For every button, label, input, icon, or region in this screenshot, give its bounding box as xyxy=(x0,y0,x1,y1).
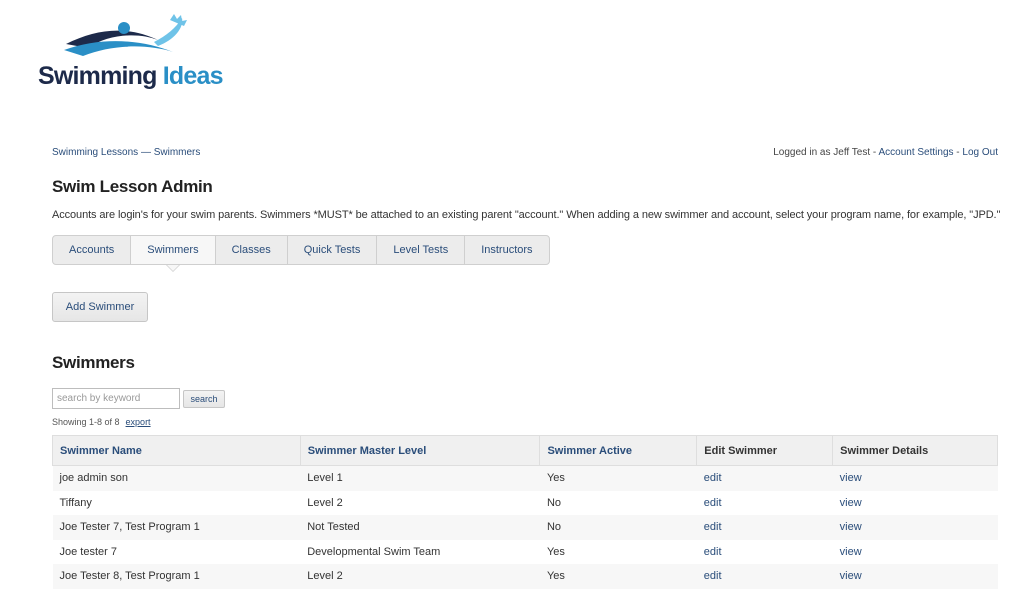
column-header-swimmer-name[interactable]: Swimmer Name xyxy=(52,435,301,466)
edit-link[interactable]: edit xyxy=(696,490,833,515)
export-link[interactable]: export xyxy=(126,417,151,427)
swimmer-name-cell: Joe tester 7 xyxy=(52,539,301,564)
master-level-cell: Not Tested xyxy=(300,515,540,540)
logo-word-swimming: Swimming xyxy=(38,62,157,90)
swimmer-name-cell: Tiffany xyxy=(52,490,301,515)
table-row: Tiffany Level 2 No edit view xyxy=(52,490,998,515)
breadcrumb: Swimming Lessons — Swimmers xyxy=(52,147,200,158)
swimming-ideas-logo[interactable]: Swimming Ideas xyxy=(36,10,224,90)
logged-in-text: Logged in as Jeff Test - xyxy=(773,147,879,158)
tab-level-tests[interactable]: Level Tests xyxy=(377,236,466,264)
table-row: Joe Tester 7, Test Program 1 Not Tested … xyxy=(52,515,998,540)
edit-link[interactable]: edit xyxy=(696,539,833,564)
table-row: Joe Tester 8, Test Program 1 Level 2 Yes… xyxy=(52,564,998,589)
user-bar: Logged in as Jeff Test - Account Setting… xyxy=(773,147,998,158)
search-button[interactable]: search xyxy=(183,390,225,408)
master-level-cell: Level 2 xyxy=(300,564,540,589)
results-count: Showing 1-8 of 8 export xyxy=(52,417,151,427)
active-cell: No xyxy=(539,515,697,540)
add-swimmer-button[interactable]: Add Swimmer xyxy=(52,292,148,322)
breadcrumb-separator: — xyxy=(140,147,151,158)
breadcrumb-swimming-lessons[interactable]: Swimming Lessons xyxy=(52,147,138,158)
view-link[interactable]: view xyxy=(832,515,998,540)
view-link[interactable]: view xyxy=(832,539,998,564)
admin-tabs: Accounts Swimmers Classes Quick Tests Le… xyxy=(52,235,550,272)
swimmer-name-cell: Joe Tester 7, Test Program 1 xyxy=(52,515,301,540)
breadcrumb-swimmers[interactable]: Swimmers xyxy=(154,147,201,158)
logo-wordmark: Swimming Ideas xyxy=(38,62,224,91)
account-settings-link[interactable]: Account Settings xyxy=(878,147,953,158)
swimmer-wave-icon xyxy=(64,14,187,56)
tab-quick-tests[interactable]: Quick Tests xyxy=(288,236,378,264)
page-title: Swim Lesson Admin xyxy=(52,177,213,196)
view-link[interactable]: view xyxy=(832,490,998,515)
logo-word-ideas: Ideas xyxy=(162,62,224,90)
active-cell: Yes xyxy=(539,564,697,589)
master-level-cell: Level 2 xyxy=(300,490,540,515)
showing-text: Showing 1-8 of 8 xyxy=(52,417,120,427)
table-row: Joe tester 7 Developmental Swim Team Yes… xyxy=(52,539,998,564)
swimmer-name-cell: joe admin son xyxy=(52,465,301,491)
active-cell: No xyxy=(539,490,697,515)
view-link[interactable]: view xyxy=(832,465,998,491)
tab-swimmers[interactable]: Swimmers xyxy=(131,236,216,272)
table-row: joe admin son Level 1 Yes edit view xyxy=(52,465,998,491)
column-header-edit: Edit Swimmer xyxy=(696,435,834,466)
swimmers-table: Swimmer Name Swimmer Master Level Swimme… xyxy=(52,435,998,589)
column-header-master-level[interactable]: Swimmer Master Level xyxy=(299,435,541,466)
view-link[interactable]: view xyxy=(832,564,998,589)
active-cell: Yes xyxy=(539,539,697,564)
column-header-active[interactable]: Swimmer Active xyxy=(539,435,698,466)
swimmers-section-title: Swimmers xyxy=(52,353,135,372)
master-level-cell: Level 1 xyxy=(300,465,540,491)
tab-instructors[interactable]: Instructors xyxy=(465,236,548,264)
edit-link[interactable]: edit xyxy=(696,564,833,589)
table-header-row: Swimmer Name Swimmer Master Level Swimme… xyxy=(52,435,998,466)
swimmer-name-cell: Joe Tester 8, Test Program 1 xyxy=(52,564,301,589)
column-header-details: Swimmer Details xyxy=(832,435,998,466)
tab-accounts[interactable]: Accounts xyxy=(53,236,132,264)
search-input[interactable] xyxy=(52,388,180,409)
log-out-link[interactable]: Log Out xyxy=(962,147,998,158)
intro-text: Accounts are login's for your swim paren… xyxy=(52,209,1001,221)
active-cell: Yes xyxy=(539,465,697,491)
edit-link[interactable]: edit xyxy=(696,515,833,540)
edit-link[interactable]: edit xyxy=(696,465,833,491)
tab-classes[interactable]: Classes xyxy=(216,236,288,264)
master-level-cell: Developmental Swim Team xyxy=(300,539,540,564)
